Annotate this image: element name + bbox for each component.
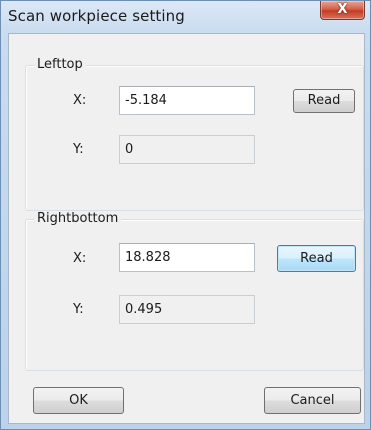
- lefttop-x-label: X:: [73, 93, 87, 108]
- ok-button[interactable]: OK: [33, 387, 124, 414]
- rightbottom-group: Rightbottom X: 18.828 Read Y: 0.495: [25, 211, 364, 371]
- lefttop-group-label: Lefttop: [34, 57, 86, 72]
- rightbottom-x-field[interactable]: 18.828: [119, 243, 255, 272]
- lefttop-y-label: Y:: [73, 142, 84, 157]
- rightbottom-y-label: Y:: [73, 302, 84, 317]
- title-bar[interactable]: Scan workpiece setting X: [1, 1, 370, 33]
- lefttop-read-button[interactable]: Read: [293, 89, 355, 113]
- lefttop-group: Lefttop X: -5.184 Read Y: 0: [25, 57, 364, 211]
- rightbottom-y-field[interactable]: 0.495: [119, 295, 255, 324]
- close-button[interactable]: X: [320, 1, 365, 20]
- rightbottom-read-button[interactable]: Read: [277, 245, 356, 272]
- cancel-button[interactable]: Cancel: [264, 387, 361, 414]
- lefttop-y-field[interactable]: 0: [119, 135, 255, 164]
- lefttop-x-field[interactable]: -5.184: [119, 86, 255, 115]
- close-icon: X: [337, 2, 348, 17]
- dialog-body: Lefttop X: -5.184 Read Y: 0 Rightbottom …: [8, 33, 365, 424]
- rightbottom-group-label: Rightbottom: [34, 211, 122, 226]
- dialog-window: Scan workpiece setting X Lefttop X: -5.1…: [0, 0, 371, 430]
- rightbottom-x-label: X:: [73, 251, 87, 266]
- dialog-title: Scan workpiece setting: [8, 7, 185, 25]
